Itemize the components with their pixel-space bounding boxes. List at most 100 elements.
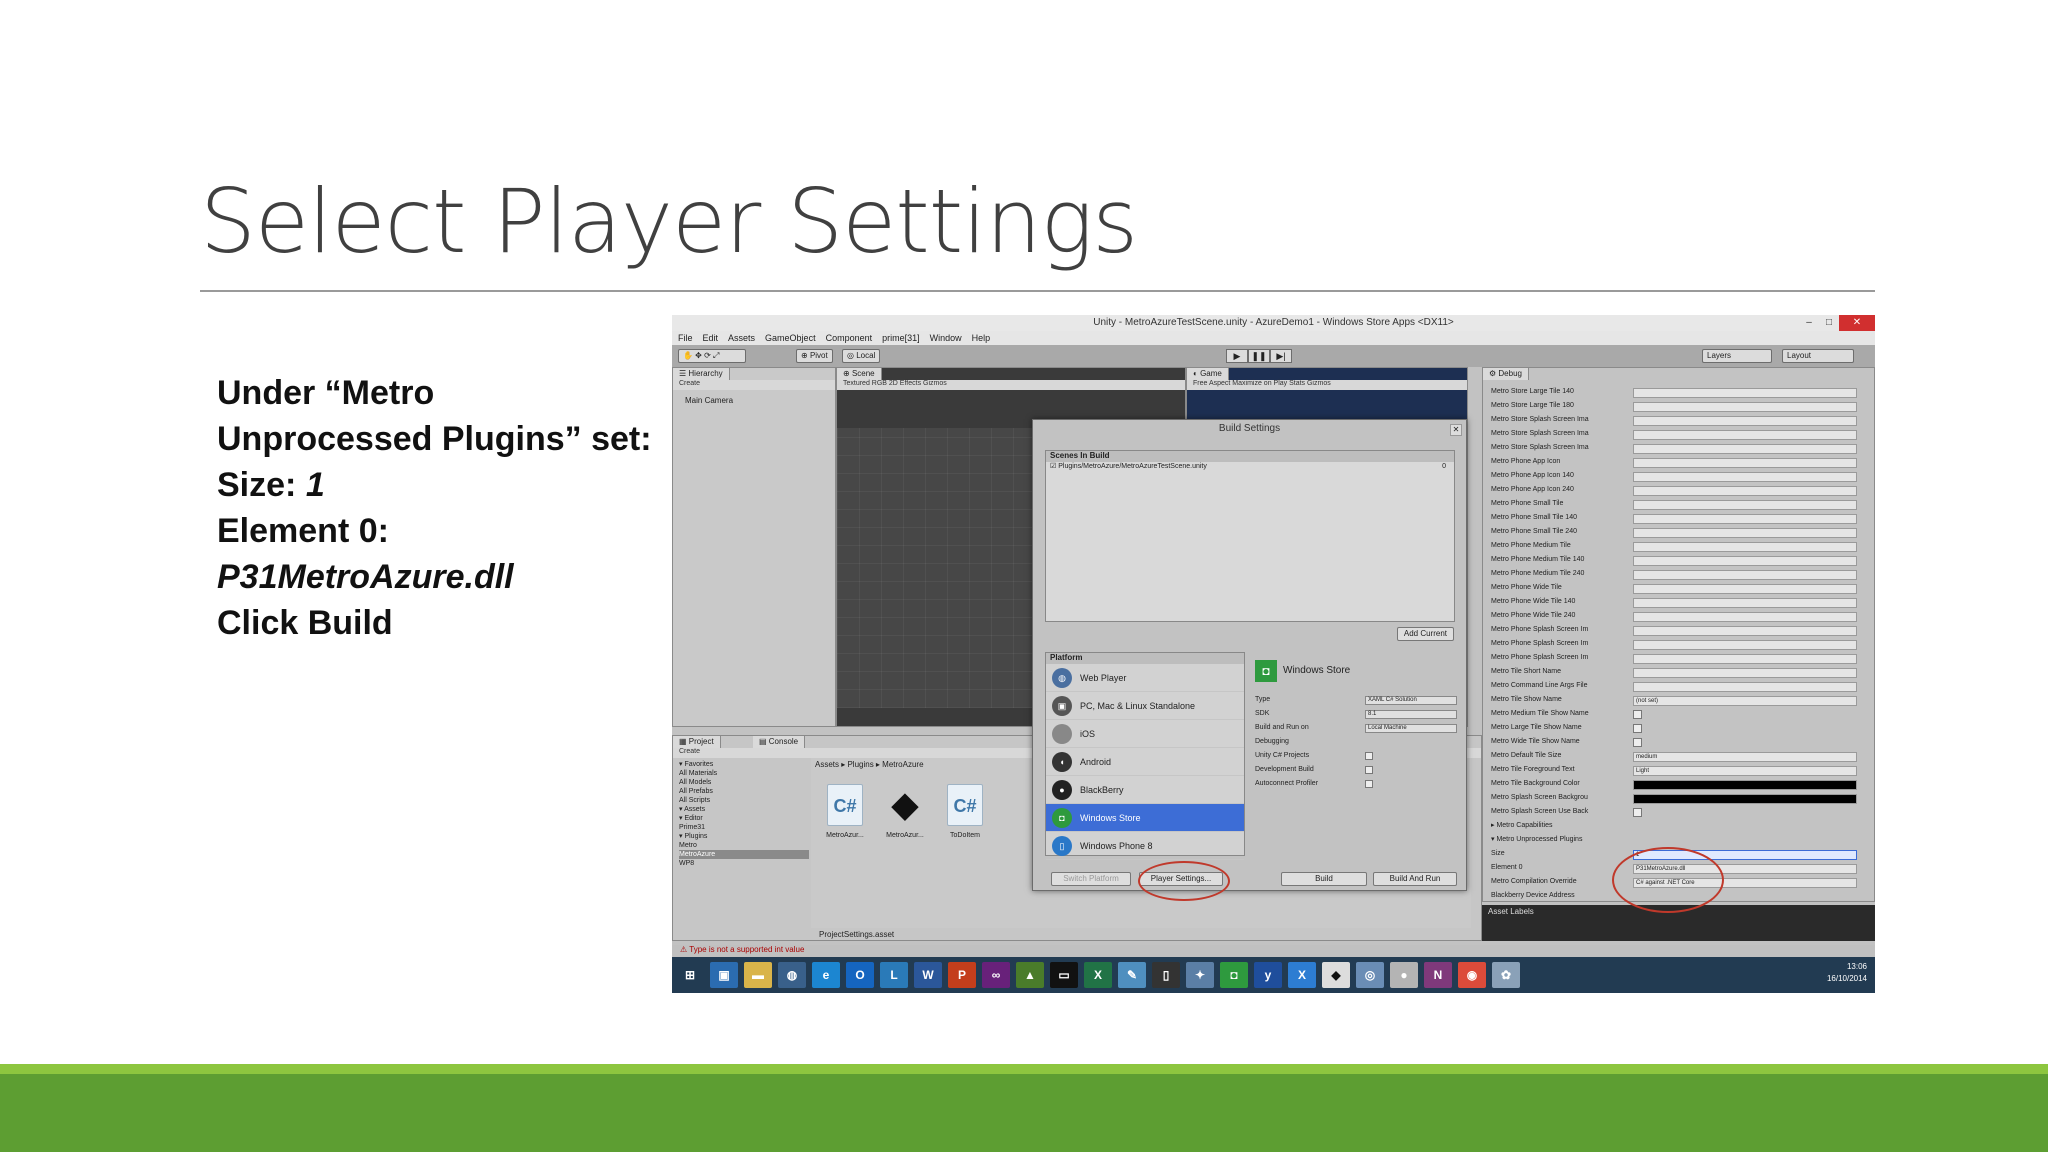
- xamarin-icon[interactable]: X: [1288, 962, 1316, 988]
- build-option-checkbox[interactable]: [1365, 752, 1373, 760]
- ie-icon[interactable]: e: [812, 962, 840, 988]
- tree-item[interactable]: All Prefabs: [679, 787, 809, 796]
- scene-row[interactable]: ☑ Plugins/MetroAzure/MetroAzureTestScene…: [1046, 462, 1454, 472]
- tree-item[interactable]: ▾ Favorites: [679, 760, 809, 769]
- inspector-field[interactable]: [1633, 612, 1857, 622]
- menu-item-file[interactable]: File: [678, 333, 693, 343]
- tab-scene[interactable]: ⊕ Scene: [837, 368, 882, 380]
- build-option-select[interactable]: Local Machine: [1365, 724, 1457, 733]
- inspector-field[interactable]: [1633, 430, 1857, 440]
- build-button[interactable]: Build: [1281, 872, 1367, 886]
- local-button[interactable]: ◎ Local: [842, 349, 881, 363]
- game-toolbar[interactable]: Free Aspect Maximize on Play Stats Gizmo…: [1187, 380, 1467, 390]
- menu-item-window[interactable]: Window: [930, 333, 962, 343]
- menu-item-assets[interactable]: Assets: [728, 333, 755, 343]
- inspector-checkbox[interactable]: [1633, 808, 1642, 817]
- menu-item-help[interactable]: Help: [972, 333, 991, 343]
- app-icon[interactable]: ▲: [1016, 962, 1044, 988]
- asset-item[interactable]: C# ToDoItem: [943, 784, 987, 839]
- tab-project[interactable]: ▦ Project: [673, 736, 721, 748]
- pivot-button[interactable]: ⊕ Pivot: [796, 349, 833, 363]
- inspector-field[interactable]: [1633, 500, 1857, 510]
- word-icon[interactable]: W: [914, 962, 942, 988]
- lync-icon[interactable]: L: [880, 962, 908, 988]
- asset-item[interactable]: C# MetroAzur...: [823, 784, 867, 839]
- inspector-checkbox[interactable]: [1633, 724, 1642, 733]
- phone-icon[interactable]: ▯: [1152, 962, 1180, 988]
- user-icon[interactable]: ●: [1390, 962, 1418, 988]
- platform-item[interactable]: iOS: [1046, 720, 1244, 748]
- scene-toolbar[interactable]: Textured RGB 2D Effects Gizmos: [837, 380, 1185, 390]
- inspector-field[interactable]: [1633, 388, 1857, 398]
- close-icon[interactable]: ✕: [1450, 424, 1462, 436]
- platform-item[interactable]: ▣ PC, Mac & Linux Standalone: [1046, 692, 1244, 720]
- close-icon[interactable]: ✕: [1839, 315, 1875, 331]
- tab-hierarchy[interactable]: ☰ Hierarchy: [673, 368, 730, 380]
- inspector-field[interactable]: [1633, 402, 1857, 412]
- inspector-field[interactable]: [1633, 416, 1857, 426]
- tab-console[interactable]: ▤ Console: [753, 736, 806, 748]
- inspector-field[interactable]: [1633, 780, 1857, 790]
- build-option-checkbox[interactable]: [1365, 780, 1373, 788]
- inspector-field[interactable]: (not set): [1633, 696, 1857, 706]
- tree-item[interactable]: Metro: [679, 841, 809, 850]
- inspector-field[interactable]: [1633, 654, 1857, 664]
- inspector-field[interactable]: [1633, 598, 1857, 608]
- tools-icon[interactable]: ✦: [1186, 962, 1214, 988]
- tree-item[interactable]: WP8: [679, 859, 809, 868]
- windows-start-icon[interactable]: ⊞: [676, 962, 704, 988]
- powerpoint-icon[interactable]: P: [948, 962, 976, 988]
- chrome-icon[interactable]: ◉: [1458, 962, 1486, 988]
- build-option-checkbox[interactable]: [1365, 766, 1373, 774]
- inspector-field[interactable]: [1633, 570, 1857, 580]
- yammer-icon[interactable]: y: [1254, 962, 1282, 988]
- excel-icon[interactable]: X: [1084, 962, 1112, 988]
- platform-item[interactable]: ● BlackBerry: [1046, 776, 1244, 804]
- add-current-button[interactable]: Add Current: [1396, 627, 1454, 641]
- platform-item[interactable]: ◍ Web Player: [1046, 664, 1244, 692]
- inspector-field[interactable]: [1633, 682, 1857, 692]
- asset-item[interactable]: ◆ MetroAzur...: [883, 784, 927, 839]
- switch-platform-button[interactable]: Switch Platform: [1051, 872, 1131, 886]
- inspector-field[interactable]: [1633, 444, 1857, 454]
- outlook-icon[interactable]: O: [846, 962, 874, 988]
- store-icon[interactable]: ◘: [1220, 962, 1248, 988]
- inspector-field[interactable]: [1633, 556, 1857, 566]
- tree-item[interactable]: Prime31: [679, 823, 809, 832]
- inspector-field[interactable]: [1633, 584, 1857, 594]
- inspector-field[interactable]: medium: [1633, 752, 1857, 762]
- build-option-select[interactable]: XAML C# Solution: [1365, 696, 1457, 705]
- pause-icon[interactable]: ❚❚: [1248, 349, 1270, 363]
- menu-item-edit[interactable]: Edit: [703, 333, 719, 343]
- tree-item[interactable]: ▾ Editor: [679, 814, 809, 823]
- tab-debug[interactable]: ⚙ Debug: [1483, 368, 1529, 380]
- hierarchy-item[interactable]: Main Camera: [685, 396, 733, 405]
- step-icon[interactable]: ▶|: [1270, 349, 1292, 363]
- inspector-field[interactable]: [1633, 472, 1857, 482]
- hierarchy-create[interactable]: Create: [673, 380, 835, 390]
- menu-item-prime-31-[interactable]: prime[31]: [882, 333, 920, 343]
- onenote-icon[interactable]: N: [1424, 962, 1452, 988]
- layout-dropdown[interactable]: Layout: [1782, 349, 1854, 363]
- maximize-icon[interactable]: □: [1819, 315, 1839, 331]
- inspector-field[interactable]: [1633, 542, 1857, 552]
- tab-game[interactable]: ◐ Game: [1187, 368, 1229, 380]
- inspector-checkbox[interactable]: [1633, 738, 1642, 747]
- layers-dropdown[interactable]: Layers: [1702, 349, 1772, 363]
- inspector-field[interactable]: [1633, 486, 1857, 496]
- inspector-field[interactable]: Light: [1633, 766, 1857, 776]
- play-icon[interactable]: ▶: [1226, 349, 1248, 363]
- network-icon[interactable]: ◎: [1356, 962, 1384, 988]
- visual-studio-icon[interactable]: ∞: [982, 962, 1010, 988]
- transform-tools[interactable]: ✋ ✥ ⟳ ⤢: [678, 349, 746, 363]
- menu-item-gameobject[interactable]: GameObject: [765, 333, 816, 343]
- platform-item[interactable]: ◖ Android: [1046, 748, 1244, 776]
- settings-icon[interactable]: ✿: [1492, 962, 1520, 988]
- inspector-field[interactable]: [1633, 640, 1857, 650]
- unity-icon[interactable]: ◆: [1322, 962, 1350, 988]
- inspector-field[interactable]: [1633, 514, 1857, 524]
- tree-item[interactable]: All Models: [679, 778, 809, 787]
- tree-item[interactable]: MetroAzure: [679, 850, 809, 859]
- menu-item-component[interactable]: Component: [826, 333, 873, 343]
- tree-item[interactable]: All Scripts: [679, 796, 809, 805]
